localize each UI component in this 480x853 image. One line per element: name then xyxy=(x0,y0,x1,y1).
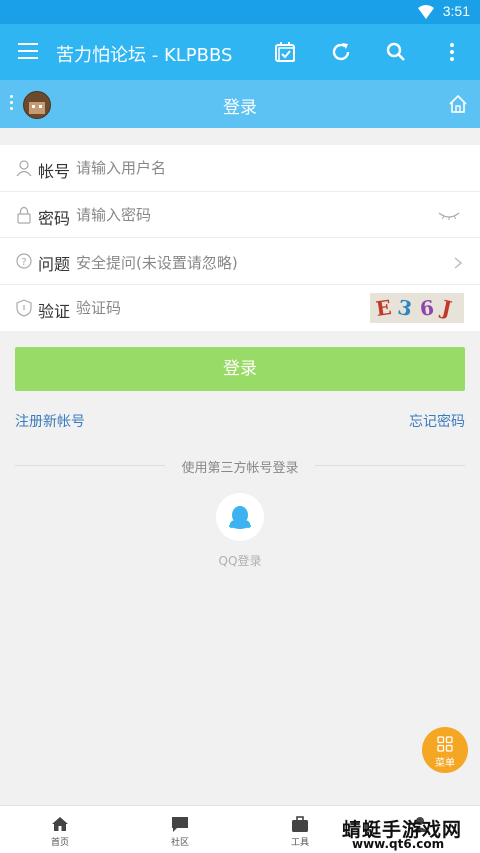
login-form: 帐号 密码 ? 问题 安全提问(未设置请忽略) 验证 xyxy=(0,145,480,331)
calendar-check-icon[interactable] xyxy=(273,40,297,64)
chat-icon xyxy=(172,817,188,832)
svg-text:?: ? xyxy=(21,257,26,268)
forgot-password-link[interactable]: 忘记密码 xyxy=(409,411,465,431)
username-row: 帐号 xyxy=(0,145,480,192)
captcha-char: 6 xyxy=(418,294,436,321)
question-label: 问题 xyxy=(38,255,71,274)
more-vert-icon[interactable] xyxy=(440,40,464,64)
username-input[interactable] xyxy=(76,159,416,177)
page-header: 登录 xyxy=(0,80,480,128)
briefcase-icon xyxy=(292,816,308,832)
search-icon[interactable] xyxy=(384,40,408,64)
qq-login-label: QQ登录 xyxy=(218,554,262,568)
password-row: 密码 xyxy=(0,192,480,238)
password-input[interactable] xyxy=(76,205,416,224)
register-link[interactable]: 注册新帐号 xyxy=(15,411,85,431)
captcha-row: 验证 E 3 6 J xyxy=(0,285,480,332)
chevron-right-icon xyxy=(454,257,462,269)
captcha-char: 3 xyxy=(396,294,414,321)
login-button[interactable]: 登录 xyxy=(15,347,465,391)
captcha-char: E xyxy=(374,294,393,321)
question-icon: ? xyxy=(16,253,32,269)
captcha-input[interactable] xyxy=(76,298,356,317)
tab-label: 社区 xyxy=(170,838,189,848)
eye-closed-icon[interactable] xyxy=(438,211,460,221)
status-bar: 3:51 xyxy=(0,0,480,24)
lock-icon xyxy=(17,206,31,224)
qq-icon xyxy=(229,506,251,529)
captcha-char: J xyxy=(439,294,454,321)
shield-icon xyxy=(16,298,32,317)
user-icon xyxy=(16,160,32,177)
tab-home[interactable]: 首页 xyxy=(0,806,120,853)
page-title: 登录 xyxy=(223,98,257,118)
captcha-label: 验证 xyxy=(38,301,71,321)
grid-icon xyxy=(437,736,453,752)
captcha-image[interactable]: E 3 6 J xyxy=(370,292,464,323)
menu-fab[interactable]: 菜单 xyxy=(422,727,468,773)
wifi-icon xyxy=(418,5,434,19)
watermark-url: www.qt6.com xyxy=(352,837,445,851)
third-party-text: 使用第三方帐号登录 xyxy=(181,461,299,476)
question-select[interactable]: 安全提问(未设置请忽略) xyxy=(76,252,416,273)
status-time: 3:51 xyxy=(442,3,470,19)
home-icon xyxy=(52,817,68,831)
username-label: 帐号 xyxy=(38,162,71,181)
qq-login-button[interactable] xyxy=(216,493,264,541)
app-title: 苦力怕论坛 - KLPBBS xyxy=(56,45,233,66)
password-label: 密码 xyxy=(38,208,71,228)
third-party-divider: 使用第三方帐号登录 xyxy=(15,457,465,476)
tab-community[interactable]: 社区 xyxy=(120,806,240,853)
hamburger-menu-icon[interactable] xyxy=(18,43,38,59)
watermark: 蜻蜓手游戏网 www.qt6.com xyxy=(338,815,478,853)
refresh-icon[interactable] xyxy=(329,40,353,64)
home-icon[interactable] xyxy=(448,94,468,114)
app-bar: 苦力怕论坛 - KLPBBS xyxy=(0,24,480,80)
question-row[interactable]: ? 问题 安全提问(未设置请忽略) xyxy=(0,238,480,285)
tab-label: 首页 xyxy=(50,838,69,848)
menu-fab-label: 菜单 xyxy=(435,758,455,769)
